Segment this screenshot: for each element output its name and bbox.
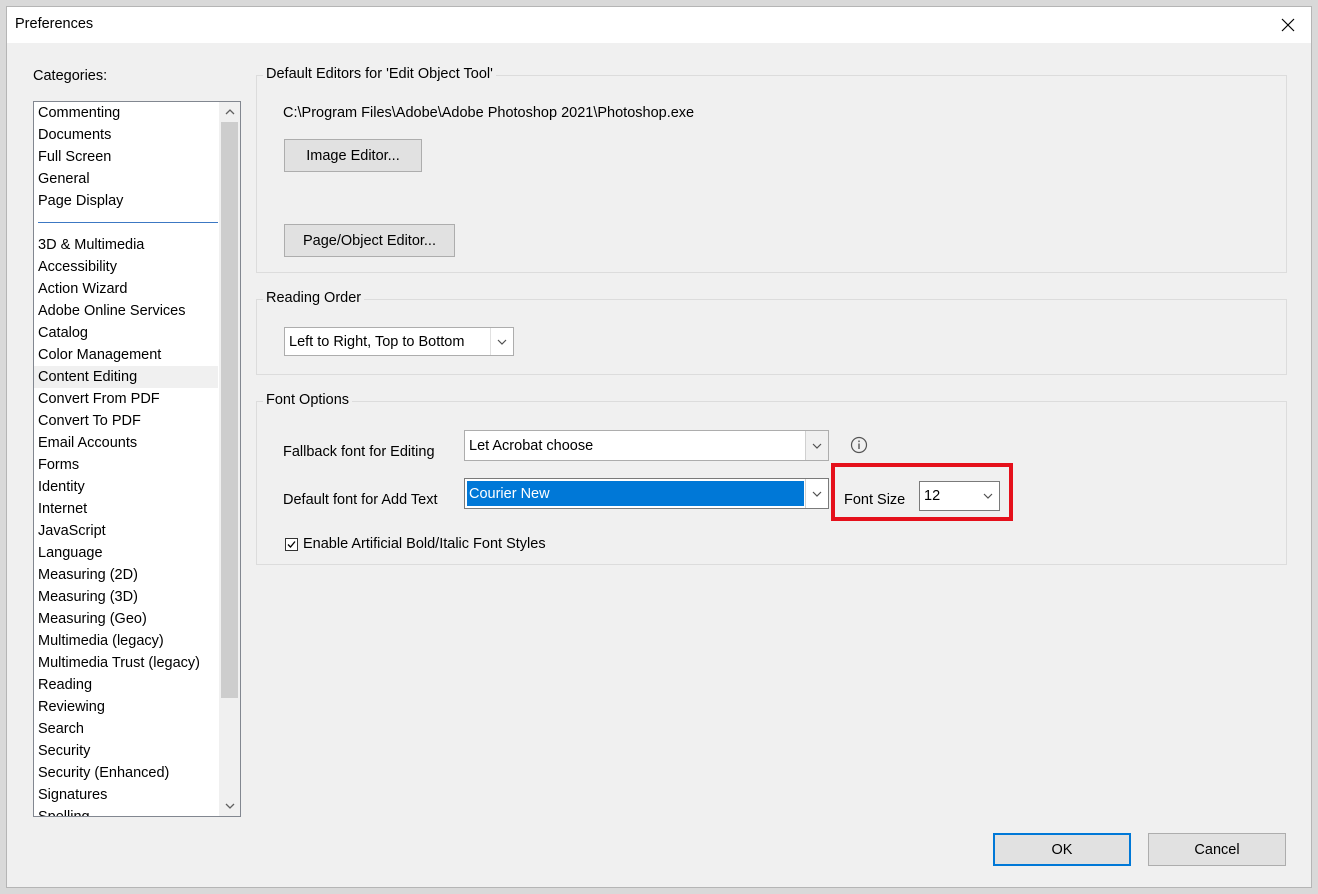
category-item[interactable]: Security: [34, 740, 218, 762]
category-item[interactable]: Identity: [34, 476, 218, 498]
default-font-dropdown[interactable]: Courier New: [464, 478, 829, 509]
fallback-font-dropdown[interactable]: Let Acrobat choose: [464, 430, 829, 461]
category-item[interactable]: Content Editing: [34, 366, 218, 388]
image-editor-button[interactable]: Image Editor...: [284, 139, 422, 172]
chevron-down-icon: [812, 491, 822, 497]
category-item[interactable]: Measuring (2D): [34, 564, 218, 586]
category-item[interactable]: Measuring (3D): [34, 586, 218, 608]
category-item[interactable]: Catalog: [34, 322, 218, 344]
category-item[interactable]: JavaScript: [34, 520, 218, 542]
category-item[interactable]: Measuring (Geo): [34, 608, 218, 630]
reading-order-dropdown[interactable]: Left to Right, Top to Bottom: [284, 327, 514, 356]
close-button[interactable]: [1265, 7, 1311, 43]
category-item[interactable]: Search: [34, 718, 218, 740]
category-item[interactable]: Reviewing: [34, 696, 218, 718]
chevron-down-icon: [225, 803, 234, 809]
categories-label: Categories:: [33, 68, 108, 84]
reading-order-value: Left to Right, Top to Bottom: [289, 333, 465, 350]
category-item[interactable]: Forms: [34, 454, 218, 476]
reading-order-arrow: [490, 328, 513, 355]
category-item[interactable]: Email Accounts: [34, 432, 218, 454]
fallback-font-value: Let Acrobat choose: [469, 437, 594, 454]
scroll-thumb[interactable]: [221, 122, 238, 698]
fallback-font-arrow: [805, 431, 828, 460]
category-item[interactable]: Action Wizard: [34, 278, 218, 300]
category-item[interactable]: Language: [34, 542, 218, 564]
default-font-value: Courier New: [469, 485, 550, 502]
category-item[interactable]: Signatures: [34, 784, 218, 806]
artificial-styles-checkbox[interactable]: [285, 538, 298, 551]
default-editors-group: Default Editors for 'Edit Object Tool' C…: [256, 66, 1287, 273]
ok-button[interactable]: OK: [993, 833, 1131, 866]
default-font-arrow: [805, 479, 828, 508]
font-size-highlight: [831, 463, 1013, 521]
fallback-font-label: Fallback font for Editing: [283, 444, 435, 460]
category-item[interactable]: Color Management: [34, 344, 218, 366]
category-item[interactable]: Documents: [34, 124, 218, 146]
scroll-up-button[interactable]: [219, 102, 240, 122]
reading-order-legend: Reading Order: [263, 290, 365, 306]
category-item[interactable]: Full Screen: [34, 146, 218, 168]
chevron-up-icon: [225, 109, 234, 115]
preferences-dialog: Preferences Categories: Commenting Docume…: [6, 6, 1312, 888]
default-font-label: Default font for Add Text: [283, 492, 438, 508]
category-item[interactable]: Security (Enhanced): [34, 762, 218, 784]
editor-path-text: C:\Program Files\Adobe\Adobe Photoshop 2…: [283, 105, 695, 121]
artificial-styles-label[interactable]: Enable Artificial Bold/Italic Font Style…: [303, 536, 546, 552]
category-item[interactable]: Page Display: [34, 190, 218, 212]
category-item[interactable]: Reading: [34, 674, 218, 696]
category-item[interactable]: Spelling: [34, 806, 218, 816]
categories-items: Commenting Documents Full Screen General Pag…: [34, 102, 218, 816]
dialog-title: Preferences: [15, 16, 94, 32]
font-options-group: Font Options Fallback font for Editing L…: [256, 392, 1287, 565]
category-item[interactable]: Convert To PDF: [34, 410, 218, 432]
category-item[interactable]: Multimedia (legacy): [34, 630, 218, 652]
info-icon[interactable]: [850, 436, 868, 454]
cancel-button[interactable]: Cancel: [1148, 833, 1286, 866]
title-bar: Preferences: [7, 7, 1311, 43]
font-options-legend: Font Options: [263, 392, 353, 408]
category-item[interactable]: Adobe Online Services: [34, 300, 218, 322]
close-icon: [1281, 18, 1295, 32]
reading-order-group: Reading Order Left to Right, Top to Bott…: [256, 290, 1287, 375]
default-editors-legend: Default Editors for 'Edit Object Tool': [263, 66, 496, 82]
categories-list[interactable]: Commenting Documents Full Screen General Pag…: [33, 101, 241, 817]
checkmark-icon: [287, 541, 296, 548]
chevron-down-icon: [497, 339, 507, 345]
category-item[interactable]: 3D & Multimedia: [34, 234, 218, 256]
category-item[interactable]: Accessibility: [34, 256, 218, 278]
category-item[interactable]: Convert From PDF: [34, 388, 218, 410]
page-object-editor-button[interactable]: Page/Object Editor...: [284, 224, 455, 257]
chevron-down-icon: [812, 443, 822, 449]
category-item[interactable]: Multimedia Trust (legacy): [34, 652, 218, 674]
categories-scrollbar[interactable]: [219, 102, 240, 816]
category-separator: [34, 212, 218, 234]
category-item[interactable]: General: [34, 168, 218, 190]
category-item[interactable]: Internet: [34, 498, 218, 520]
scroll-down-button[interactable]: [219, 796, 240, 816]
category-item[interactable]: Commenting: [34, 102, 218, 124]
